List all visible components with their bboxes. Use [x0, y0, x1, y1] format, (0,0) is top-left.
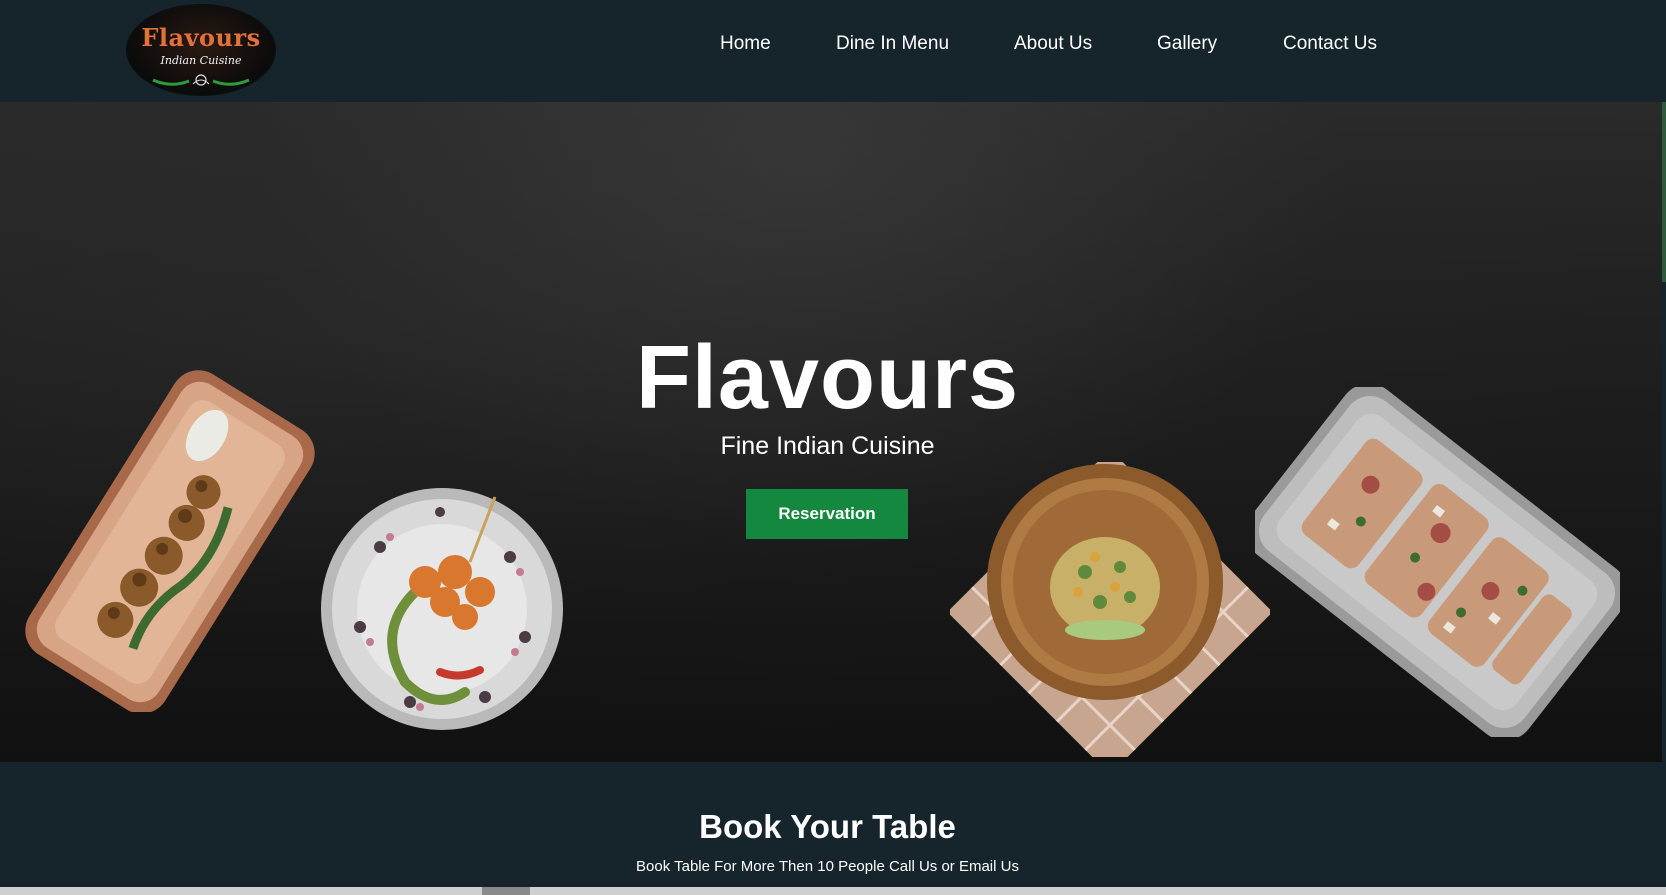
nav-home[interactable]: Home	[720, 33, 771, 55]
horizontal-scrollbar-thumb[interactable]	[482, 887, 530, 895]
site-header: Flavours Indian Cuisine Home Dine In Men…	[0, 0, 1666, 102]
hero-subtitle: Fine Indian Cuisine	[720, 432, 935, 460]
dish-image-chaat-bowl	[950, 462, 1270, 757]
reservation-button[interactable]: Reservation	[746, 489, 908, 539]
booking-subtitle: Book Table For More Then 10 People Call …	[636, 858, 1019, 875]
main-nav: Home Dine In Menu About Us Gallery Conta…	[0, 0, 1666, 92]
horizontal-scrollbar[interactable]	[0, 887, 1666, 895]
hero-title: Flavours	[635, 328, 1020, 428]
booking-title: Book Your Table	[699, 808, 956, 845]
dish-image-floral-plate	[321, 488, 563, 730]
nav-contact-us[interactable]: Contact Us	[1283, 33, 1377, 55]
vertical-scrollbar[interactable]	[1662, 102, 1666, 282]
nav-dine-in-menu[interactable]: Dine In Menu	[836, 33, 949, 55]
nav-gallery[interactable]: Gallery	[1157, 33, 1217, 55]
hero-section: Flavours Fine Indian Cuisine Reservation	[0, 102, 1662, 762]
nav-about-us[interactable]: About Us	[1014, 33, 1092, 55]
